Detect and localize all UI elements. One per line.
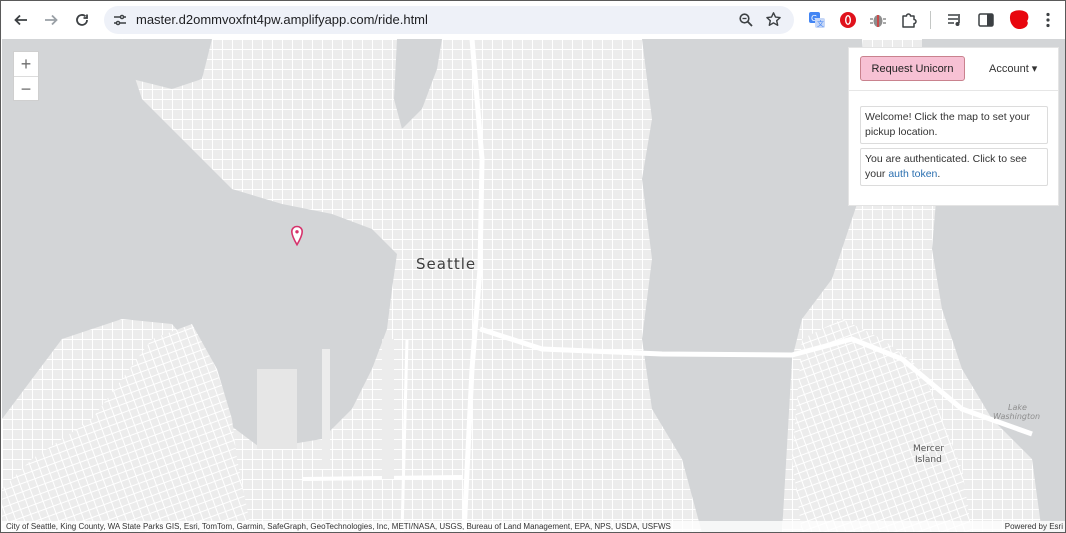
site-settings-icon[interactable] bbox=[113, 13, 127, 27]
powered-by-esri[interactable]: Powered by Esri bbox=[1005, 521, 1063, 532]
toolbar-divider bbox=[930, 11, 931, 29]
auth-message: You are authenticated. Click to see your… bbox=[860, 148, 1048, 186]
account-dropdown[interactable]: Account ▾ bbox=[989, 62, 1037, 75]
seattle-label: Seattle bbox=[416, 255, 477, 273]
zoom-out-button[interactable]: − bbox=[14, 77, 38, 101]
zoom-in-button[interactable]: + bbox=[14, 52, 38, 76]
address-bar[interactable]: master.d2ommvoxfnt4pw.amplifyapp.com/rid… bbox=[104, 6, 794, 34]
bookmark-star-icon[interactable] bbox=[765, 11, 782, 28]
reload-icon bbox=[76, 14, 88, 26]
map-view[interactable]: + − Seattle Lake Washington Mercer Islan… bbox=[2, 39, 1065, 532]
panel-divider bbox=[849, 90, 1058, 91]
translate-extension-icon[interactable]: G文 bbox=[806, 9, 828, 31]
forward-arrow-icon bbox=[45, 14, 58, 26]
request-unicorn-button[interactable]: Request Unicorn bbox=[860, 56, 965, 81]
back-arrow-icon bbox=[14, 14, 27, 26]
browser-toolbar: master.d2ommvoxfnt4pw.amplifyapp.com/rid… bbox=[1, 1, 1065, 39]
zoom-control: + − bbox=[13, 51, 39, 101]
ride-request-panel: Request Unicorn Account ▾ Welcome! Click… bbox=[848, 47, 1059, 206]
forward-button[interactable] bbox=[39, 8, 63, 32]
extensions-puzzle-icon[interactable] bbox=[898, 9, 920, 31]
map-attribution: City of Seattle, King County, WA State P… bbox=[2, 521, 1065, 532]
browser-window: master.d2ommvoxfnt4pw.amplifyapp.com/rid… bbox=[0, 0, 1066, 533]
zoom-magnifier-icon[interactable] bbox=[738, 12, 754, 28]
svg-text:文: 文 bbox=[817, 19, 824, 28]
mercer-island-label-line2: Island bbox=[915, 455, 942, 465]
lake-washington-label-line2: Washington bbox=[993, 412, 1041, 421]
back-button[interactable] bbox=[9, 8, 33, 32]
auth-message-suffix: . bbox=[937, 168, 941, 180]
url-text: master.d2ommvoxfnt4pw.amplifyapp.com/rid… bbox=[136, 12, 428, 27]
auth-token-link[interactable]: auth token bbox=[888, 168, 937, 180]
side-panel-icon[interactable] bbox=[975, 9, 997, 31]
opera-extension-icon[interactable] bbox=[837, 9, 859, 31]
attribution-text: City of Seattle, King County, WA State P… bbox=[6, 522, 671, 531]
welcome-message: Welcome! Click the map to set your picku… bbox=[860, 106, 1048, 144]
profile-avatar-icon[interactable] bbox=[1006, 7, 1032, 33]
media-queue-icon[interactable] bbox=[944, 9, 966, 31]
mercer-island-label-line1: Mercer bbox=[913, 444, 944, 454]
pickup-pin-icon[interactable] bbox=[290, 225, 304, 247]
browser-menu-icon[interactable] bbox=[1037, 9, 1059, 31]
bug-extension-icon[interactable] bbox=[867, 9, 889, 31]
reload-button[interactable] bbox=[70, 8, 94, 32]
lake-washington-label-line1: Lake bbox=[1008, 403, 1027, 412]
